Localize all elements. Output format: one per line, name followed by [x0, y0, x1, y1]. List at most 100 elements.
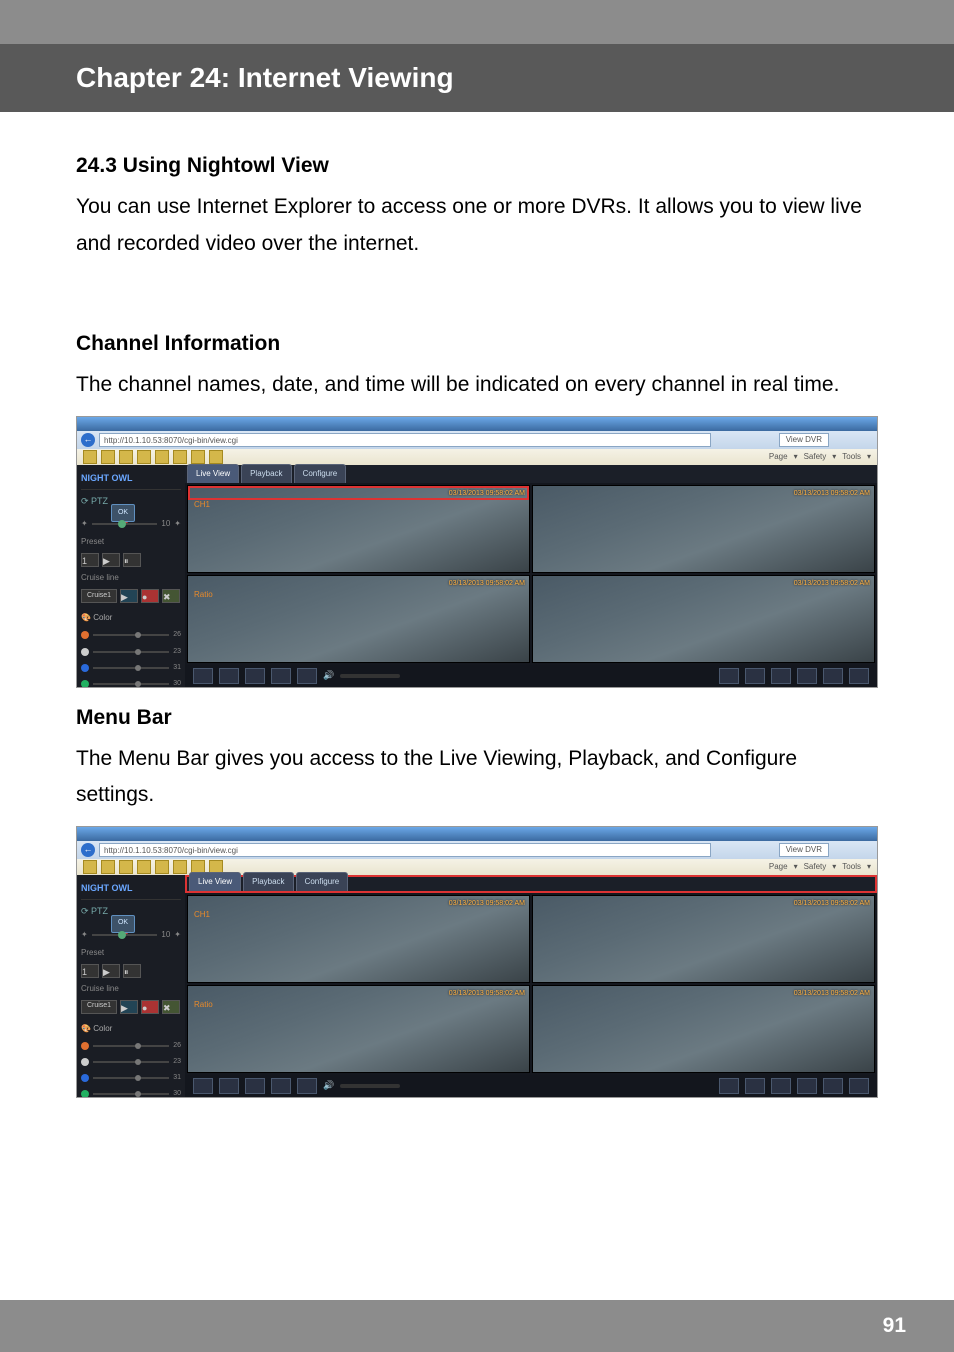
bb-layout1-icon[interactable]: [719, 1078, 739, 1094]
ie-menu-page[interactable]: Page: [769, 450, 788, 464]
camera-channel-label: Ratio: [194, 588, 213, 602]
page-footer: 91: [0, 1300, 954, 1352]
preset-controls[interactable]: 1 ▶ ⏸: [81, 964, 181, 978]
bb-capture-icon[interactable]: [271, 668, 291, 684]
browser-tab[interactable]: View DVR: [779, 433, 829, 447]
page: Chapter 24: Internet Viewing 24.3 Using …: [0, 0, 954, 1352]
camera-tile-3[interactable]: 03/13/2013 09:58:02 AM Ratio: [187, 575, 530, 663]
preset-go-icon[interactable]: ▶: [102, 553, 120, 567]
volume-slider[interactable]: [340, 1084, 400, 1088]
bb-stop-icon[interactable]: [297, 1078, 317, 1094]
bookmark-icon[interactable]: [155, 450, 169, 464]
bookmark-icon[interactable]: [173, 860, 187, 874]
bookmark-icon[interactable]: [101, 450, 115, 464]
ie-menu-tools[interactable]: Tools: [842, 450, 861, 464]
url-field[interactable]: http://10.1.10.53:8070/cgi-bin/view.cgi: [99, 433, 711, 447]
cruise-rec-icon[interactable]: ●: [141, 1000, 159, 1014]
camera-tile-4[interactable]: 03/13/2013 09:58:02 AM: [532, 985, 875, 1073]
bookmark-icon[interactable]: [209, 450, 223, 464]
preset-pause-icon[interactable]: ⏸: [123, 964, 141, 978]
bb-talk-icon[interactable]: [245, 1078, 265, 1094]
camera-tile-3[interactable]: 03/13/2013 09:58:02 AM Ratio: [187, 985, 530, 1073]
bookmark-icon[interactable]: [191, 450, 205, 464]
camera-tile-2[interactable]: 03/13/2013 09:58:02 AM: [532, 895, 875, 983]
bb-layout9-icon[interactable]: [771, 1078, 791, 1094]
bb-layout16-icon[interactable]: [797, 668, 817, 684]
bb-prev-icon[interactable]: [823, 1078, 843, 1094]
bb-talk-icon[interactable]: [245, 668, 265, 684]
preset-go-icon[interactable]: ▶: [102, 964, 120, 978]
tab-live-view[interactable]: Live View: [187, 464, 239, 483]
tab-playback[interactable]: Playback: [243, 872, 293, 891]
chapter-heading: Chapter 24: Internet Viewing: [0, 44, 954, 112]
bb-layout9-icon[interactable]: [771, 668, 791, 684]
camera-tile-4[interactable]: 03/13/2013 09:58:02 AM: [532, 575, 875, 663]
cruise-rec-icon[interactable]: ●: [141, 589, 159, 603]
bookmark-icon[interactable]: [155, 860, 169, 874]
volume-icon[interactable]: 🔊: [323, 1078, 334, 1094]
volume-icon[interactable]: 🔊: [323, 668, 334, 684]
cruise-controls[interactable]: Cruise1 ▶ ● ✖: [81, 589, 181, 603]
cruise-play-icon[interactable]: ▶: [120, 1000, 138, 1014]
bookmark-icon[interactable]: [119, 450, 133, 464]
volume-slider[interactable]: [340, 674, 400, 678]
browser-tab[interactable]: View DVR: [779, 843, 829, 857]
tab-configure[interactable]: Configure: [294, 464, 347, 483]
cruise-select[interactable]: Cruise1: [81, 1000, 117, 1014]
camera-tile-2[interactable]: 03/13/2013 09:58:02 AM: [532, 485, 875, 573]
bookmark-icon[interactable]: [137, 450, 151, 464]
bb-layout1-icon[interactable]: [719, 668, 739, 684]
tab-configure[interactable]: Configure: [296, 872, 349, 891]
ie-menu-safety[interactable]: Safety: [804, 450, 827, 464]
color-slider-hue[interactable]: 30: [81, 1088, 181, 1098]
bookmark-icon[interactable]: [119, 860, 133, 874]
bb-stop-icon[interactable]: [297, 668, 317, 684]
bookmark-icon[interactable]: [83, 450, 97, 464]
bb-next-icon[interactable]: [849, 668, 869, 684]
preset-select[interactable]: 1: [81, 553, 99, 567]
cruise-select[interactable]: Cruise1: [81, 589, 117, 603]
color-slider-hue[interactable]: 30: [81, 678, 181, 688]
color-slider-contrast[interactable]: 23: [81, 1056, 181, 1068]
cruise-controls[interactable]: Cruise1 ▶ ● ✖: [81, 1000, 181, 1014]
camera-timestamp: 03/13/2013 09:58:02 AM: [794, 578, 870, 590]
bb-layout4-icon[interactable]: [745, 1078, 765, 1094]
cruise-del-icon[interactable]: ✖: [162, 1000, 180, 1014]
color-slider-brightness[interactable]: 26: [81, 629, 181, 641]
ptz-ok-button[interactable]: OK: [111, 915, 135, 933]
preset-controls[interactable]: 1 ▶ ⏸: [81, 553, 181, 567]
tab-playback[interactable]: Playback: [241, 464, 291, 483]
bb-layout4-icon[interactable]: [745, 668, 765, 684]
bb-snapshot-icon[interactable]: [219, 668, 239, 684]
bb-capture-icon[interactable]: [271, 1078, 291, 1094]
bookmark-icon[interactable]: [173, 450, 187, 464]
color-slider-saturation[interactable]: 31: [81, 662, 181, 674]
preset-label: Preset: [81, 535, 181, 549]
preset-pause-icon[interactable]: ⏸: [123, 553, 141, 567]
back-icon[interactable]: ←: [81, 433, 95, 447]
cruise-del-icon[interactable]: ✖: [162, 589, 180, 603]
url-field[interactable]: http://10.1.10.53:8070/cgi-bin/view.cgi: [99, 843, 711, 857]
cruise-play-icon[interactable]: ▶: [120, 589, 138, 603]
bb-snapshot-icon[interactable]: [219, 1078, 239, 1094]
bb-layout16-icon[interactable]: [797, 1078, 817, 1094]
bookmark-icon[interactable]: [83, 860, 97, 874]
bb-record-icon[interactable]: [193, 668, 213, 684]
section-body-1: You can use Internet Explorer to access …: [76, 189, 878, 263]
bookmark-icon[interactable]: [101, 860, 115, 874]
bb-prev-icon[interactable]: [823, 668, 843, 684]
preset-select[interactable]: 1: [81, 964, 99, 978]
back-icon[interactable]: ←: [81, 843, 95, 857]
color-slider-contrast[interactable]: 23: [81, 646, 181, 658]
tab-live-view[interactable]: Live View: [189, 872, 241, 891]
bb-next-icon[interactable]: [849, 1078, 869, 1094]
color-slider-brightness[interactable]: 26: [81, 1040, 181, 1052]
ie-menu-page[interactable]: Page: [769, 860, 788, 874]
bb-record-icon[interactable]: [193, 1078, 213, 1094]
bookmark-icon[interactable]: [137, 860, 151, 874]
ie-menu-tools[interactable]: Tools: [842, 860, 861, 874]
color-slider-saturation[interactable]: 31: [81, 1072, 181, 1084]
camera-tile-1[interactable]: 03/13/2013 09:58:02 AM CH1: [187, 485, 530, 573]
ie-menu-safety[interactable]: Safety: [804, 860, 827, 874]
camera-tile-1[interactable]: 03/13/2013 09:58:02 AM CH1: [187, 895, 530, 983]
